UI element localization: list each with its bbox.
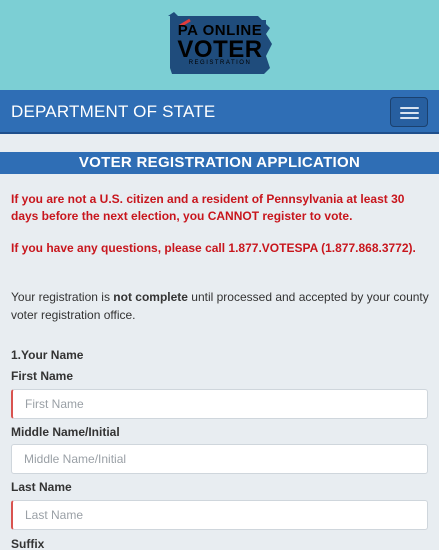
notice-text-prefix: Your registration is	[11, 290, 114, 304]
citizenship-warning: If you are not a U.S. citizen and a resi…	[11, 192, 405, 223]
navbar: DEPARTMENT OF STATE	[0, 90, 439, 134]
first-name-label: First Name	[11, 369, 74, 383]
last-name-label: Last Name	[11, 480, 72, 494]
section-your-name: 1.Your Name	[11, 348, 84, 362]
questions-warning: If you have any questions, please call 1…	[11, 241, 416, 255]
menu-toggle-button[interactable]	[390, 97, 428, 127]
top-banner: PA ONLINE VOTER REGISTRATION	[0, 0, 439, 90]
logo-line-registration: REGISTRATION	[188, 60, 252, 66]
last-name-input[interactable]	[11, 500, 428, 530]
hamburger-icon	[400, 107, 419, 109]
middle-name-label: Middle Name/Initial	[11, 425, 120, 439]
middle-name-input[interactable]	[11, 444, 428, 474]
suffix-label: Suffix	[11, 537, 45, 550]
first-name-input[interactable]	[11, 389, 428, 419]
navbar-title[interactable]: DEPARTMENT OF STATE	[11, 102, 215, 122]
hamburger-icon	[400, 112, 419, 114]
form-title: VOTER REGISTRATION APPLICATION	[0, 152, 439, 174]
notice-text-bold: not complete	[113, 290, 188, 304]
registration-notice: Your registration is not complete until …	[11, 288, 429, 324]
main-content: VOTER REGISTRATION APPLICATION If you ar…	[0, 136, 439, 550]
pa-online-voter-registration-logo[interactable]: PA ONLINE VOTER REGISTRATION	[166, 10, 274, 76]
hamburger-icon	[400, 117, 419, 119]
